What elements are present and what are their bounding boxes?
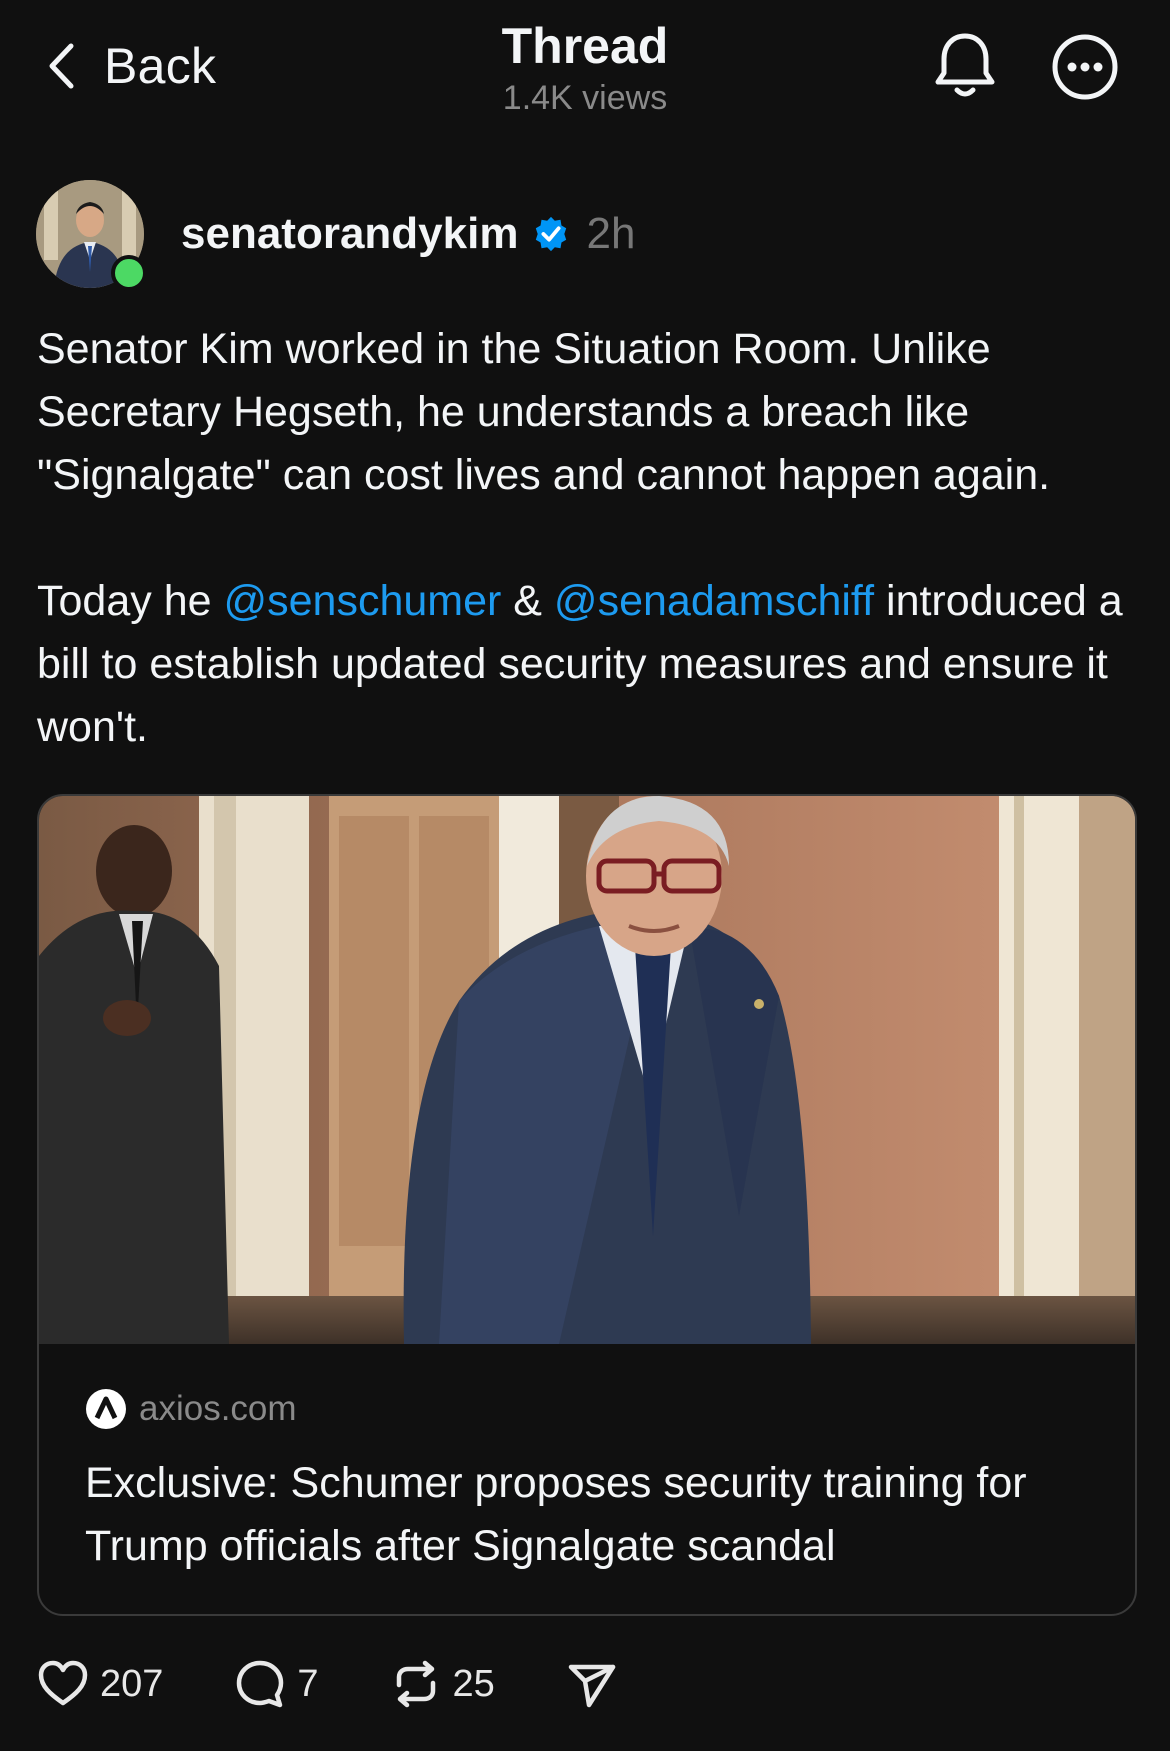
paragraph-2-lead: Today he (37, 577, 224, 625)
post-paragraph-2: Today he @senschumer & @senadamschiff in… (37, 570, 1147, 759)
comment-icon (237, 1660, 284, 1708)
axios-logo-icon (86, 1389, 126, 1429)
verified-badge-icon (536, 216, 567, 252)
post-body: Senator Kim worked in the Situation Room… (37, 318, 1147, 759)
repost-count: 25 (452, 1662, 495, 1705)
repost-icon (396, 1660, 435, 1708)
post-paragraph-1: Senator Kim worked in the Situation Room… (37, 325, 1051, 499)
paragraph-2-joiner: & (501, 577, 554, 625)
send-icon (568, 1664, 616, 1708)
like-count: 207 (100, 1662, 164, 1705)
link-source-row: axios.com (85, 1388, 297, 1430)
like-button[interactable]: 207 (36, 1657, 163, 1711)
thread-header: Back Thread 1.4K views (0, 0, 1170, 140)
bell-icon[interactable] (930, 28, 1000, 104)
reply-button[interactable]: 7 (233, 1657, 319, 1711)
mention-senschumer[interactable]: @senschumer (223, 577, 501, 625)
repost-button[interactable]: 25 (389, 1657, 495, 1711)
post-action-bar: 207 7 25 (36, 1652, 619, 1716)
heart-icon (38, 1660, 88, 1706)
link-preview-title: Exclusive: Schumer proposes security tra… (85, 1459, 1027, 1570)
author-row: senatorandykim 2h (181, 204, 635, 264)
author-username[interactable]: senatorandykim (181, 209, 518, 259)
share-button[interactable] (565, 1657, 619, 1711)
online-status-indicator (111, 255, 147, 291)
link-preview-image (39, 796, 1135, 1344)
link-source-domain: axios.com (139, 1389, 297, 1428)
post-timestamp: 2h (586, 209, 636, 258)
mention-senadamschiff[interactable]: @senadamschiff (554, 577, 874, 625)
more-icon[interactable] (1050, 32, 1120, 102)
reply-count: 7 (297, 1662, 319, 1705)
link-preview-card[interactable]: axios.com Exclusive: Schumer proposes se… (37, 794, 1137, 1616)
